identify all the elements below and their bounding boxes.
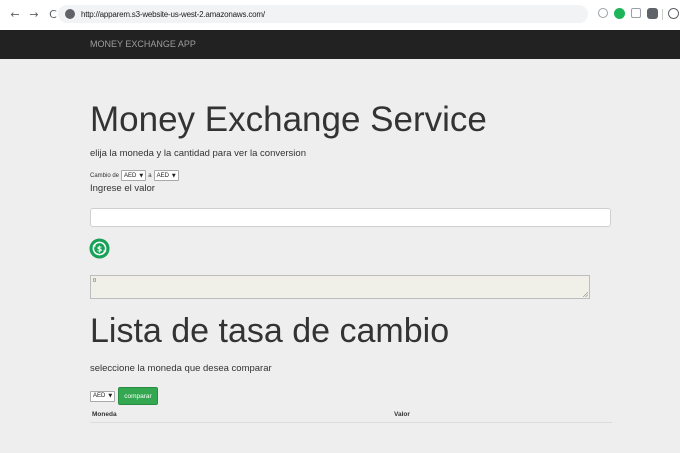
extension-square-icon[interactable]	[631, 8, 641, 18]
column-header-moneda: Moneda	[92, 411, 117, 418]
toolbar-divider	[662, 9, 663, 20]
chevron-down-icon: ▼	[171, 172, 176, 179]
browser-toolbar: ← → C http://apparem.s3-website-us-west-…	[0, 0, 680, 31]
rates-table-header: Moneda Valor	[90, 408, 612, 423]
chevron-down-icon: ▼	[139, 172, 144, 179]
resize-handle-icon[interactable]	[583, 292, 588, 297]
navbar-brand[interactable]: MONEY EXCHANGE APP	[90, 39, 196, 49]
chevron-down-icon: ▼	[108, 393, 113, 399]
compare-button[interactable]: comparar	[118, 387, 158, 405]
site-info-icon[interactable]	[65, 9, 75, 19]
app-navbar: MONEY EXCHANGE APP	[0, 30, 680, 60]
profile-icon[interactable]	[668, 8, 679, 19]
to-currency-select[interactable]: AED ▼	[153, 170, 179, 181]
result-value: 0	[93, 278, 97, 284]
extension-green-icon[interactable]	[614, 8, 625, 19]
from-currency-value: AED	[124, 172, 137, 179]
from-label: Cambio de	[90, 172, 120, 179]
amount-input[interactable]	[90, 208, 611, 227]
compare-row: AED ▼ comparar	[90, 387, 158, 405]
compare-currency-select[interactable]: AED ▼	[90, 390, 116, 402]
arrow-left-icon[interactable]: ←	[8, 8, 22, 22]
compare-currency-value: AED	[93, 393, 106, 399]
currency-selection-row: Cambio de AED ▼ a AED ▼	[90, 170, 181, 181]
rates-title: Lista de tasa de cambio	[90, 312, 450, 350]
exchange-title: Money Exchange Service	[90, 100, 487, 139]
svg-text:$: $	[97, 244, 102, 253]
currency-convert-icon[interactable]: $	[89, 238, 110, 259]
column-header-valor: Valor	[394, 411, 410, 418]
arrow-right-icon[interactable]: →	[27, 8, 41, 22]
to-label: a	[148, 172, 152, 179]
to-currency-value: AED	[156, 172, 169, 179]
address-url[interactable]: http://apparem.s3-website-us-west-2.amaz…	[81, 10, 265, 19]
result-textarea[interactable]: 0	[90, 275, 590, 299]
exchange-subtitle: elija la moneda y la cantidad para ver l…	[90, 148, 306, 159]
extension-icon[interactable]	[598, 8, 608, 18]
rates-subtitle: seleccione la moneda que desea comparar	[90, 363, 272, 374]
amount-label: Ingrese el valor	[90, 183, 155, 194]
address-bar[interactable]: http://apparem.s3-website-us-west-2.amaz…	[58, 5, 588, 23]
extension-shield-icon[interactable]	[647, 8, 658, 19]
from-currency-select[interactable]: AED ▼	[121, 170, 147, 181]
